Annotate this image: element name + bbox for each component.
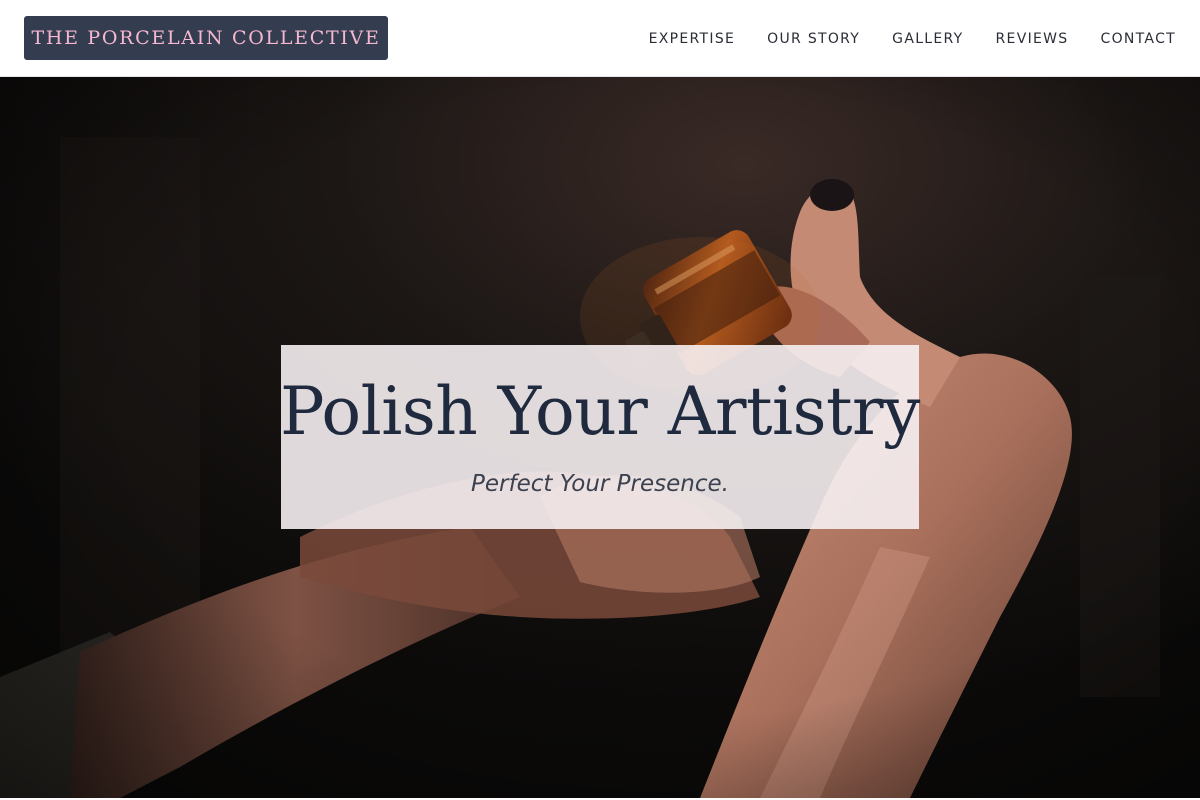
site-header: THE PORCELAIN COLLECTIVE EXPERTISE OUR S… bbox=[0, 0, 1200, 77]
hero-section: Polish Your Artistry Perfect Your Presen… bbox=[0, 77, 1200, 798]
nav-link-contact[interactable]: CONTACT bbox=[1101, 31, 1177, 47]
brand-logo-button[interactable]: THE PORCELAIN COLLECTIVE bbox=[24, 16, 388, 60]
main-nav: EXPERTISE OUR STORY GALLERY REVIEWS CONT… bbox=[649, 0, 1176, 77]
hero-subtitle: Perfect Your Presence. bbox=[471, 471, 729, 497]
nav-link-gallery[interactable]: GALLERY bbox=[892, 31, 963, 47]
hero-text-card: Polish Your Artistry Perfect Your Presen… bbox=[280, 345, 920, 529]
nav-link-reviews[interactable]: REVIEWS bbox=[996, 31, 1069, 47]
hero-title: Polish Your Artistry bbox=[280, 373, 920, 450]
nav-link-expertise[interactable]: EXPERTISE bbox=[649, 31, 736, 47]
nav-link-our-story[interactable]: OUR STORY bbox=[767, 31, 860, 47]
